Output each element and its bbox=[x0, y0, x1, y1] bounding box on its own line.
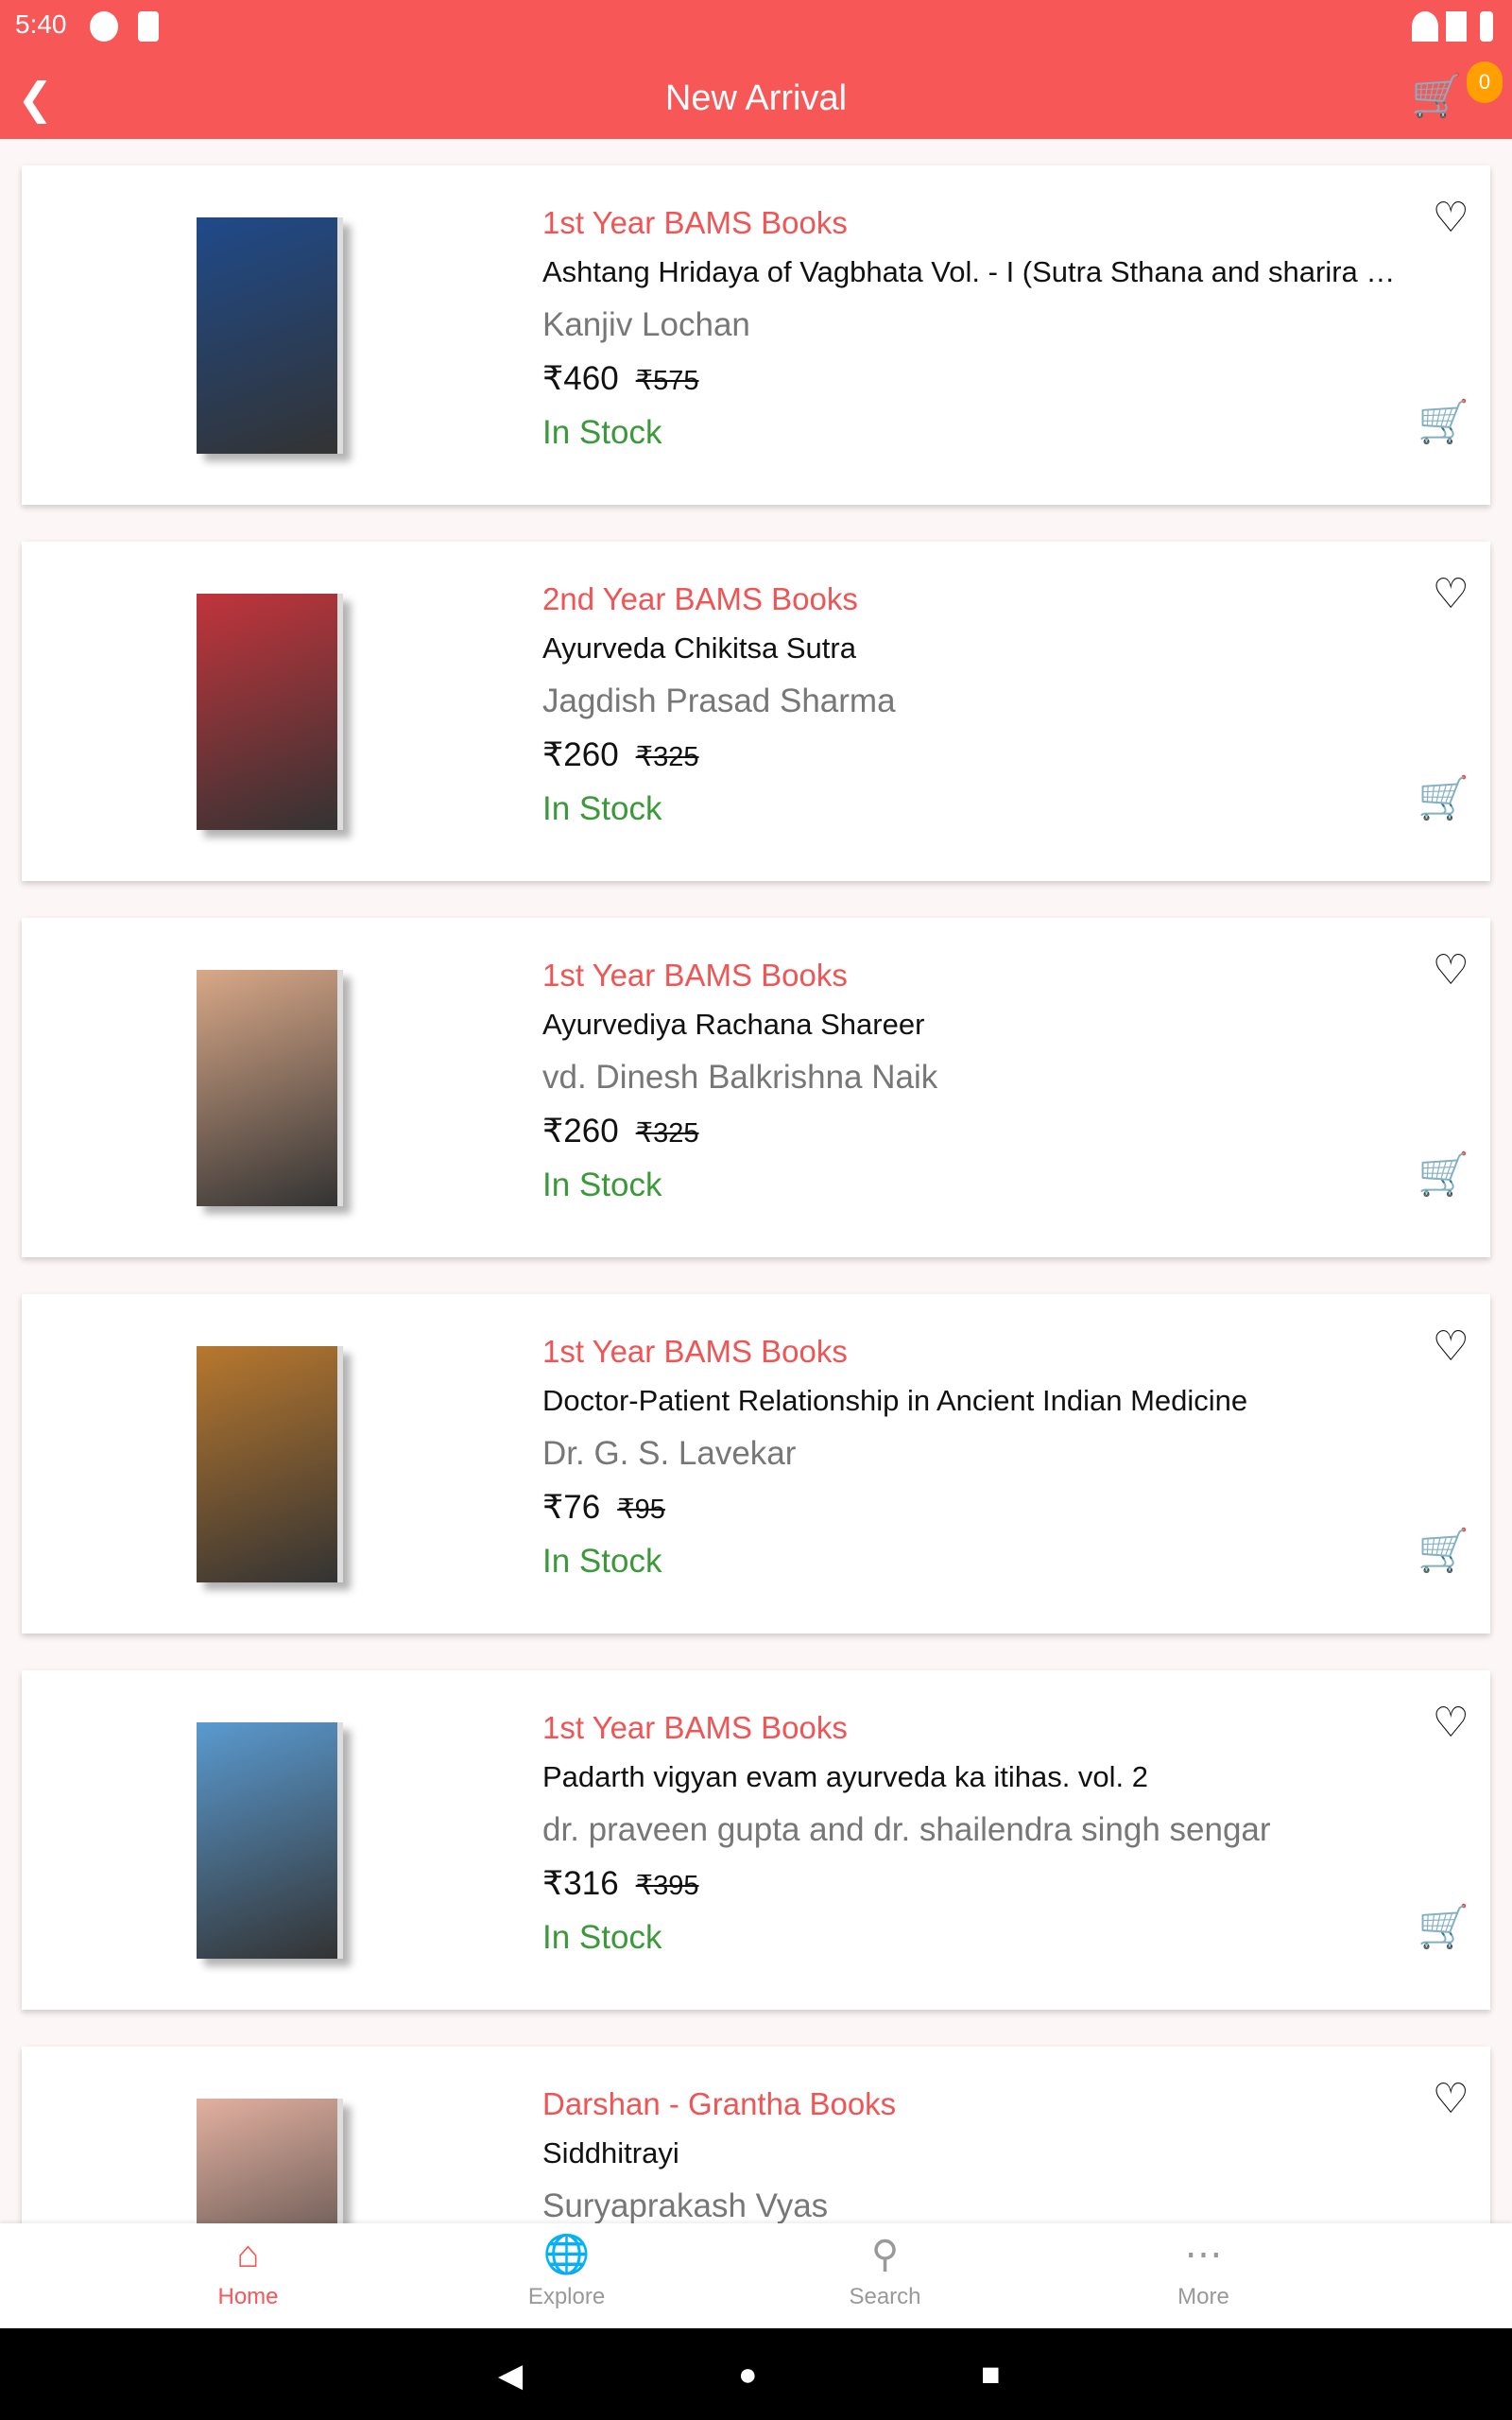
signal-icon bbox=[1446, 11, 1467, 42]
product-title[interactable]: Doctor-Patient Relationship in Ancient I… bbox=[542, 1375, 1396, 1426]
nav-tab-search[interactable]: ⚲ Search bbox=[726, 2223, 1044, 2328]
product-card[interactable]: 2nd Year BAMS Books Ayurveda Chikitsa Su… bbox=[22, 542, 1490, 881]
product-author: Kanjiv Lochan bbox=[542, 306, 750, 343]
product-card[interactable]: 1st Year BAMS Books Padarth vigyan evam … bbox=[22, 1670, 1490, 2010]
sale-price: ₹260 bbox=[542, 736, 619, 773]
wishlist-heart-icon[interactable]: ♡ bbox=[1433, 570, 1469, 618]
notification-icon bbox=[90, 11, 118, 42]
book-cover-image bbox=[197, 1346, 343, 1582]
system-home-icon[interactable]: ● bbox=[738, 2357, 758, 2394]
product-category: 2nd Year BAMS Books bbox=[542, 581, 858, 616]
book-cover-image bbox=[197, 1722, 343, 1959]
original-price: ₹325 bbox=[635, 742, 699, 772]
page-title: New Arrival bbox=[664, 78, 848, 118]
explore-icon: 🌐 bbox=[542, 2234, 591, 2275]
wishlist-heart-icon[interactable]: ♡ bbox=[1433, 194, 1469, 242]
product-card[interactable]: 1st Year BAMS Books Ashtang Hridaya of V… bbox=[22, 165, 1490, 505]
app-bar: ❮ New Arrival 🛒 0 bbox=[0, 61, 1512, 139]
product-title[interactable]: Siddhitrayi bbox=[542, 2128, 1396, 2179]
home-icon: ⌂ bbox=[236, 2234, 260, 2275]
original-price: ₹95 bbox=[617, 1495, 665, 1525]
original-price: ₹325 bbox=[635, 1118, 699, 1149]
product-category: 1st Year BAMS Books bbox=[542, 1710, 848, 1745]
product-category: 1st Year BAMS Books bbox=[542, 205, 848, 240]
book-cover-image bbox=[197, 970, 343, 1206]
product-title[interactable]: Ayurveda Chikitsa Sutra bbox=[542, 623, 1396, 674]
more-icon: ⋯ bbox=[1184, 2234, 1223, 2275]
wifi-icon bbox=[1412, 11, 1438, 42]
product-author: Dr. G. S. Lavekar bbox=[542, 1435, 797, 1472]
original-price: ₹575 bbox=[635, 366, 699, 396]
nav-tab-more[interactable]: ⋯ More bbox=[1044, 2223, 1363, 2328]
product-price-row: ₹460 ₹575 bbox=[542, 353, 1396, 406]
wishlist-heart-icon[interactable]: ♡ bbox=[1433, 2075, 1469, 2123]
product-category: Darshan - Grantha Books bbox=[542, 2086, 897, 2121]
wishlist-heart-icon[interactable]: ♡ bbox=[1433, 1699, 1469, 1747]
stock-status: In Stock bbox=[542, 1919, 662, 1956]
status-bar: 5:40 bbox=[0, 0, 1512, 61]
product-price-row: ₹76 ₹95 bbox=[542, 1481, 1396, 1534]
product-price-row: ₹316 ₹395 bbox=[542, 1858, 1396, 1910]
nav-tab-label: Home bbox=[217, 2284, 279, 2309]
product-title[interactable]: Ayurvediya Rachana Shareer bbox=[542, 999, 1396, 1050]
status-time: 5:40 bbox=[15, 9, 67, 39]
add-to-cart-icon[interactable]: 🛒 bbox=[1418, 1902, 1469, 1951]
product-author: dr. praveen gupta and dr. shailendra sin… bbox=[542, 1811, 1271, 1848]
sale-price: ₹316 bbox=[542, 1865, 619, 1902]
search-icon: ⚲ bbox=[870, 2234, 900, 2275]
product-category: 1st Year BAMS Books bbox=[542, 958, 848, 993]
product-author: Jagdish Prasad Sharma bbox=[542, 683, 896, 719]
product-title[interactable]: Ashtang Hridaya of Vagbhata Vol. - I (Su… bbox=[542, 247, 1396, 298]
sale-price: ₹260 bbox=[542, 1113, 619, 1150]
nav-tab-label: Explore bbox=[527, 2284, 606, 2309]
add-to-cart-icon[interactable]: 🛒 bbox=[1418, 397, 1469, 446]
nav-tab-label: Search bbox=[849, 2284, 921, 2309]
battery-icon bbox=[1480, 11, 1493, 42]
product-price-row: ₹260 ₹325 bbox=[542, 729, 1396, 782]
system-recents-icon[interactable]: ■ bbox=[981, 2357, 1001, 2394]
sale-price: ₹460 bbox=[542, 360, 619, 397]
product-author: vd. Dinesh Balkrishna Naik bbox=[542, 1059, 938, 1096]
product-title[interactable]: Padarth vigyan evam ayurveda ka itihas. … bbox=[542, 1752, 1396, 1803]
add-to-cart-icon[interactable]: 🛒 bbox=[1418, 1150, 1469, 1199]
stock-status: In Stock bbox=[542, 1167, 662, 1203]
stock-status: In Stock bbox=[542, 414, 662, 451]
product-card[interactable]: 1st Year BAMS Books Doctor-Patient Relat… bbox=[22, 1294, 1490, 1634]
add-to-cart-icon[interactable]: 🛒 bbox=[1418, 773, 1469, 822]
cart-icon[interactable]: 🛒 bbox=[1411, 71, 1463, 120]
nav-tab-explore[interactable]: 🌐 Explore bbox=[407, 2223, 726, 2328]
wishlist-heart-icon[interactable]: ♡ bbox=[1433, 1322, 1469, 1371]
system-back-icon[interactable]: ◀ bbox=[498, 2357, 523, 2394]
product-category: 1st Year BAMS Books bbox=[542, 1334, 848, 1369]
stock-status: In Stock bbox=[542, 1543, 662, 1580]
sale-price: ₹76 bbox=[542, 1489, 601, 1526]
nav-tab-label: More bbox=[1177, 2284, 1229, 2309]
original-price: ₹395 bbox=[635, 1871, 699, 1901]
system-navigation-bar: ◀ ● ■ bbox=[0, 2328, 1512, 2420]
book-cover-image bbox=[197, 594, 343, 830]
bottom-navigation: ⌂ Home 🌐 Explore ⚲ Search ⋯ More bbox=[0, 2223, 1512, 2328]
cart-count-badge: 0 bbox=[1467, 61, 1503, 103]
book-cover-image bbox=[197, 217, 343, 454]
nav-tab-home[interactable]: ⌂ Home bbox=[89, 2223, 407, 2328]
add-to-cart-icon[interactable]: 🛒 bbox=[1418, 1526, 1469, 1575]
stock-status: In Stock bbox=[542, 790, 662, 827]
product-card[interactable]: 1st Year BAMS Books Ayurvediya Rachana S… bbox=[22, 918, 1490, 1257]
product-price-row: ₹260 ₹325 bbox=[542, 1105, 1396, 1158]
wishlist-heart-icon[interactable]: ♡ bbox=[1433, 946, 1469, 994]
sd-card-icon bbox=[138, 11, 159, 42]
